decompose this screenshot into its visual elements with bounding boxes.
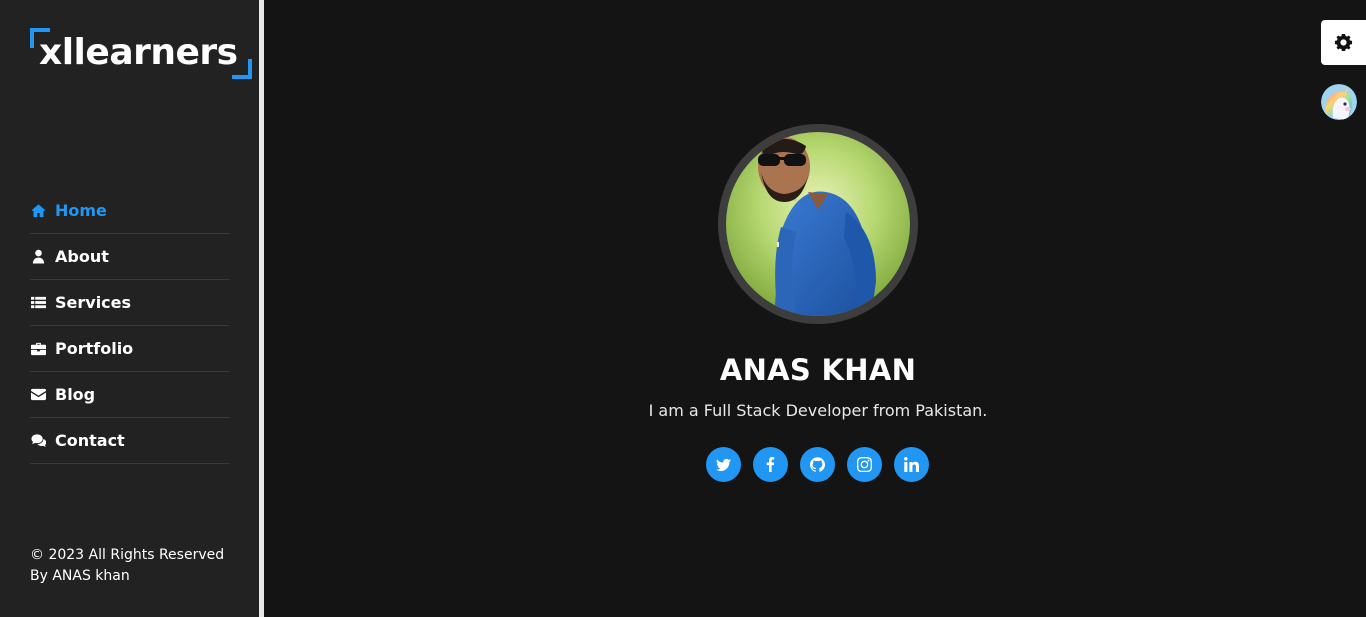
instagram-icon — [857, 457, 872, 472]
author-credit: By ANAS khan — [30, 568, 130, 584]
sidebar-item-services[interactable]: Services — [30, 280, 229, 326]
main-content: ANAS KHAN I am a Full Stack Developer fr… — [270, 0, 1366, 617]
linkedin-link[interactable] — [894, 447, 929, 482]
logo[interactable]: xllearners — [30, 28, 252, 79]
gear-icon — [1334, 33, 1353, 52]
settings-button[interactable] — [1321, 20, 1366, 65]
linkedin-icon — [904, 457, 919, 472]
sidebar-item-label: Services — [55, 293, 132, 312]
sidebar-item-home[interactable]: Home — [30, 188, 229, 234]
sidebar-footer: © 2023 All Rights Reserved By ANAS khan — [30, 545, 224, 587]
sidebar-item-contact[interactable]: Contact — [30, 418, 229, 464]
sidebar-item-label: Blog — [55, 385, 96, 404]
sidebar: xllearners Home About Services Portfolio… — [0, 0, 259, 617]
theme-switcher[interactable] — [1321, 84, 1357, 120]
sidebar-item-blog[interactable]: Blog — [30, 372, 229, 418]
sidebar-item-portfolio[interactable]: Portfolio — [30, 326, 229, 372]
copyright-text: © 2023 All Rights Reserved — [30, 547, 225, 563]
unicorn-icon — [1321, 84, 1357, 120]
sidebar-nav: Home About Services Portfolio Blog Conta… — [30, 188, 229, 464]
sidebar-item-label: Contact — [55, 431, 125, 450]
sidebar-divider — [259, 0, 270, 617]
briefcase-icon — [30, 341, 46, 357]
profile-photo — [726, 132, 910, 316]
home-icon — [30, 203, 46, 219]
twitter-icon — [716, 457, 731, 472]
logo-corner-bottom-right — [232, 59, 252, 79]
sidebar-item-label: Home — [55, 201, 107, 220]
sidebar-item-label: About — [55, 247, 109, 266]
sidebar-item-label: Portfolio — [55, 339, 134, 358]
instagram-link[interactable] — [847, 447, 882, 482]
social-links — [706, 447, 929, 482]
sidebar-item-about[interactable]: About — [30, 234, 229, 280]
github-icon — [810, 457, 825, 472]
list-icon — [30, 295, 46, 311]
logo-text: xllearners — [39, 32, 238, 73]
twitter-link[interactable] — [706, 447, 741, 482]
envelope-icon — [30, 387, 46, 403]
facebook-icon — [763, 457, 778, 472]
hero-tagline: I am a Full Stack Developer from Pakista… — [648, 401, 988, 420]
github-link[interactable] — [800, 447, 835, 482]
user-icon — [30, 249, 46, 265]
comments-icon — [30, 433, 46, 449]
hero-name: ANAS KHAN — [719, 353, 917, 387]
facebook-link[interactable] — [753, 447, 788, 482]
profile-avatar-frame — [718, 124, 918, 324]
